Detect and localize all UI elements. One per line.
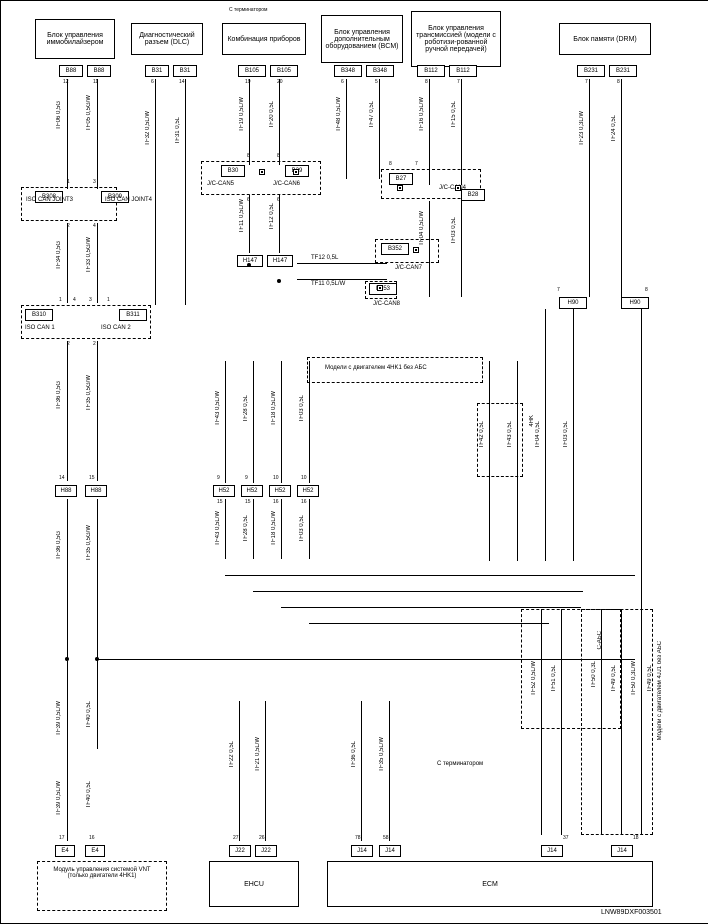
block-ecm: ECM [327, 861, 653, 907]
conn-b348-1: B348 [334, 65, 362, 77]
conn-b353: B353 [369, 283, 397, 295]
conn-b311: B311 [119, 309, 147, 321]
conn-b348-2: B348 [366, 65, 394, 77]
block-ehcu: EHCU [209, 861, 299, 907]
conn-j14-2: J14 [379, 845, 401, 857]
conn-b310: B310 [25, 309, 53, 321]
block-trans: Блок управления трансмиссией (модели с р… [411, 11, 501, 67]
wiring-diagram: Блок управления иммобилайзером Диагности… [0, 0, 708, 924]
conn-b352: B352 [381, 243, 409, 255]
conn-h147-2: H147 [267, 255, 293, 267]
conn-b88-2: B88 [87, 65, 111, 77]
conn-b231-2: B231 [609, 65, 637, 77]
conn-h52-1: H52 [213, 485, 235, 497]
conn-b105-1: B105 [238, 65, 266, 77]
block-immobilizer: Блок управления иммобилайзером [35, 19, 115, 59]
conn-h90-1: H90 [559, 297, 587, 309]
block-bcm: Блок управления дополнительным оборудова… [321, 15, 403, 63]
conn-b112-2: B112 [449, 65, 477, 77]
block-dlc: Диагностический разъем (DLC) [131, 23, 203, 55]
conn-j14-3: J14 [541, 845, 563, 857]
conn-j22-1: J22 [229, 845, 251, 857]
conn-b112-1: B112 [417, 65, 445, 77]
top-label: С терминатором [229, 7, 267, 13]
conn-h90-2: H90 [621, 297, 649, 309]
conn-h88-2: H88 [85, 485, 107, 497]
conn-b27: B27 [389, 173, 413, 185]
conn-h52-4: H52 [297, 485, 319, 497]
conn-j14-1: J14 [351, 845, 373, 857]
conn-j22-2: J22 [255, 845, 277, 857]
conn-b31-2: B31 [173, 65, 197, 77]
conn-b31-1: B31 [145, 65, 169, 77]
block-drm: Блок памяти (DRM) [559, 23, 651, 55]
block-cluster: Комбинация приборов [222, 23, 306, 55]
conn-e4-1: E4 [55, 845, 75, 857]
conn-b88-1: B88 [59, 65, 83, 77]
conn-h52-3: H52 [269, 485, 291, 497]
conn-j14-4: J14 [611, 845, 633, 857]
conn-e4-2: E4 [85, 845, 105, 857]
conn-h88-1: H88 [55, 485, 77, 497]
conn-b105-2: B105 [270, 65, 298, 77]
conn-b231-1: B231 [577, 65, 605, 77]
conn-h52-2: H52 [241, 485, 263, 497]
conn-b30: B30 [221, 165, 245, 177]
